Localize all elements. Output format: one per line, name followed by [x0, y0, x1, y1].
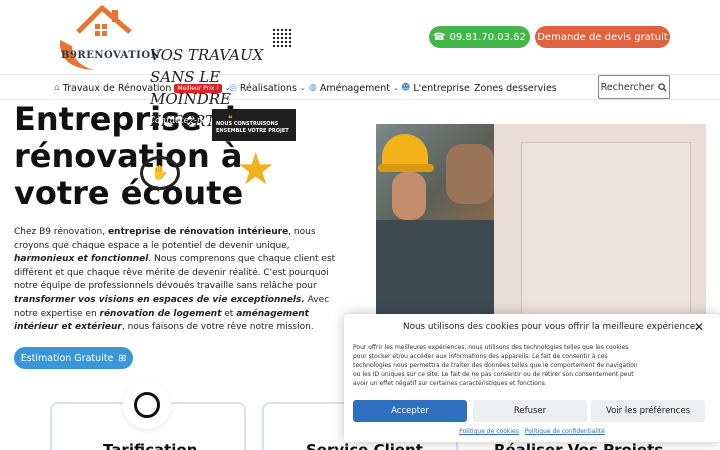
home-icon: ⌂ — [54, 83, 60, 93]
close-icon[interactable]: ✕ — [694, 320, 704, 334]
cookie-dialog: Nous utilisons des cookies pour vous off… — [344, 314, 720, 442]
promo-script: Contactez-nous — [148, 116, 219, 126]
promo-image — [376, 124, 706, 320]
nav-item-label: Aménagement — [319, 82, 391, 94]
search-label: Rechercher — [600, 81, 655, 93]
feature-label: Tarification — [103, 441, 198, 450]
aperture-icon — [134, 392, 160, 418]
quote-mark-icon: ❝ — [228, 114, 233, 123]
accept-button[interactable]: Accepter — [353, 400, 467, 422]
users-icon: ☻ — [401, 83, 411, 93]
estimate-label: Estimation Gratuite — [20, 352, 114, 364]
gift-icon: ⊞ — [118, 352, 127, 364]
workers-photo — [376, 124, 494, 320]
chevron-down-icon: ⌄ — [393, 84, 399, 92]
privacy-policy-link[interactable]: Politique de confidentialité — [525, 428, 605, 435]
search-icon — [658, 82, 667, 92]
cookie-policy-link[interactable]: Politique de cookies — [459, 428, 519, 435]
cookie-title: Nous utilisons des cookies pour vous off… — [403, 322, 699, 332]
promo-card — [494, 124, 706, 320]
nav-item-label: L'entreprise — [413, 82, 470, 94]
logo-icon[interactable] — [50, 2, 160, 72]
nav-item-zones[interactable]: Zones desservies — [474, 75, 557, 101]
feature-label: Réaliser Vos Projets — [494, 441, 664, 450]
phone-icon: ☎ — [433, 31, 446, 43]
star-icon: ★ — [236, 144, 276, 195]
promo-box: NOUS CONSTRUISONS ENSEMBLE VOTRE PROJET — [212, 109, 296, 141]
nav-item-label: Zones desservies — [474, 82, 557, 94]
handshake-icon: ✋ — [140, 156, 180, 190]
preferences-button[interactable]: Voir les préférences — [591, 400, 705, 422]
quote-button[interactable]: Demande de devis gratuit — [535, 26, 670, 48]
cookie-body: Pour offrir les meilleures expériences, … — [353, 344, 638, 387]
nav-item-entreprise[interactable]: ☻ L'entreprise — [401, 75, 470, 101]
chevron-down-icon: ⌄ — [299, 84, 306, 92]
search-button[interactable]: Rechercher — [598, 75, 670, 99]
nav-item-amenagement[interactable]: ◍ Aménagement ⌄ — [309, 75, 399, 101]
logo-text[interactable]: B9RENOVATION — [61, 50, 160, 61]
phone-label: 09.81.70.03.62 — [449, 31, 526, 43]
hero-paragraph: Chez B9 rénovation, entreprise de rénova… — [14, 227, 336, 333]
phone-button[interactable]: ☎ 09.81.70.03.62 — [429, 26, 530, 48]
feature-label: Service Client — [306, 441, 423, 450]
compass-icon: ◍ — [309, 83, 317, 93]
quote-label: Demande de devis gratuit — [537, 31, 668, 43]
site-header: B9RENOVATION ☎ 09.81.70.03.62 Demande de… — [0, 0, 720, 74]
cookie-links: Politique de cookies Politique de confid… — [344, 428, 720, 435]
estimate-button[interactable]: Estimation Gratuite ⊞ — [14, 347, 133, 369]
feature-icon — [123, 381, 171, 429]
refuse-button[interactable]: Refuser — [473, 400, 587, 422]
